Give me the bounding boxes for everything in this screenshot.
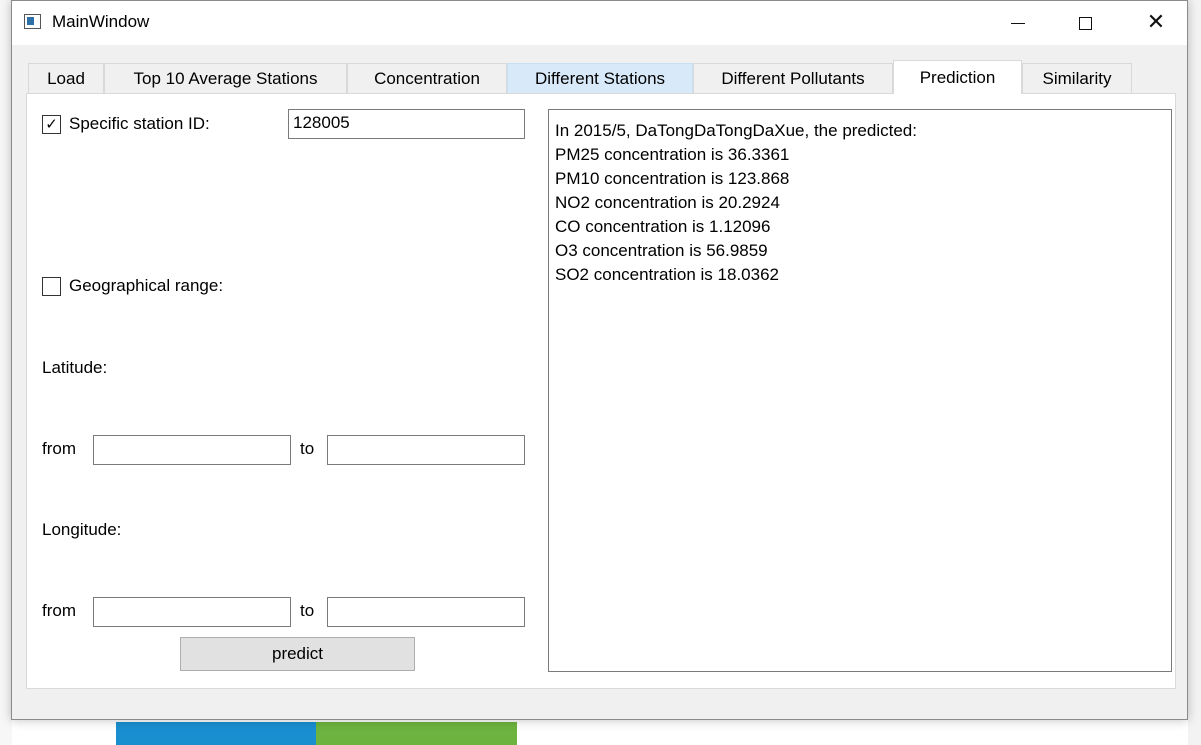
output-line: In 2015/5, DaTongDaTongDaXue, the predic… [555, 121, 917, 140]
title-bar[interactable]: MainWindow ✕ [12, 1, 1187, 45]
close-button[interactable]: ✕ [1133, 1, 1179, 45]
main-window: MainWindow ✕ Load Top 10 Average Station… [11, 0, 1188, 720]
latitude-from-input[interactable] [93, 435, 291, 465]
output-line: PM25 concentration is 36.3361 [555, 145, 790, 164]
latitude-to-label: to [300, 439, 315, 458]
output-line: O3 concentration is 56.9859 [555, 241, 768, 260]
predict-button[interactable]: predict [180, 637, 415, 671]
maximize-button[interactable] [1062, 1, 1108, 45]
tab-different-stations[interactable]: Different Stations [507, 63, 693, 93]
output-line: CO concentration is 1.12096 [555, 217, 771, 236]
longitude-from-input[interactable] [93, 597, 291, 627]
output-line: PM10 concentration is 123.868 [555, 169, 790, 188]
station-id-label: Specific station ID: [69, 114, 210, 133]
background-green-bar [316, 722, 517, 745]
latitude-from-label: from [42, 439, 76, 458]
minimize-icon [1011, 22, 1025, 24]
longitude-from-label: from [42, 601, 76, 620]
longitude-label: Longitude: [42, 520, 122, 539]
app-icon [24, 14, 41, 29]
checkmark-icon: ✓ [45, 115, 58, 133]
tab-similarity[interactable]: Similarity [1022, 63, 1132, 93]
tab-top-10-average-stations[interactable]: Top 10 Average Stations [104, 63, 347, 93]
background-blue-bar [116, 722, 316, 745]
output-line: NO2 concentration is 20.2924 [555, 193, 780, 212]
station-id-input[interactable]: 128005 [288, 109, 525, 139]
geographical-range-label: Geographical range: [69, 276, 224, 295]
prediction-output[interactable]: In 2015/5, DaTongDaTongDaXue, the predic… [548, 109, 1172, 672]
tab-prediction[interactable]: Prediction [893, 60, 1022, 94]
longitude-to-label: to [300, 601, 315, 620]
background-window-right [1188, 0, 1201, 745]
latitude-to-input[interactable] [327, 435, 525, 465]
geographical-range-checkbox[interactable] [42, 277, 61, 296]
latitude-label: Latitude: [42, 358, 108, 377]
prediction-panel: ✓ Specific station ID: 128005 Geographic… [26, 93, 1176, 689]
tab-different-pollutants[interactable]: Different Pollutants [693, 63, 893, 93]
longitude-to-input[interactable] [327, 597, 525, 627]
tab-concentration[interactable]: Concentration [347, 63, 507, 93]
minimize-button[interactable] [995, 1, 1041, 45]
station-id-checkbox[interactable]: ✓ [42, 115, 61, 134]
close-icon: ✕ [1146, 10, 1166, 35]
tab-load[interactable]: Load [28, 63, 104, 93]
window-title: MainWindow [52, 12, 150, 31]
output-line: SO2 concentration is 18.0362 [555, 265, 779, 284]
maximize-icon [1078, 16, 1092, 30]
